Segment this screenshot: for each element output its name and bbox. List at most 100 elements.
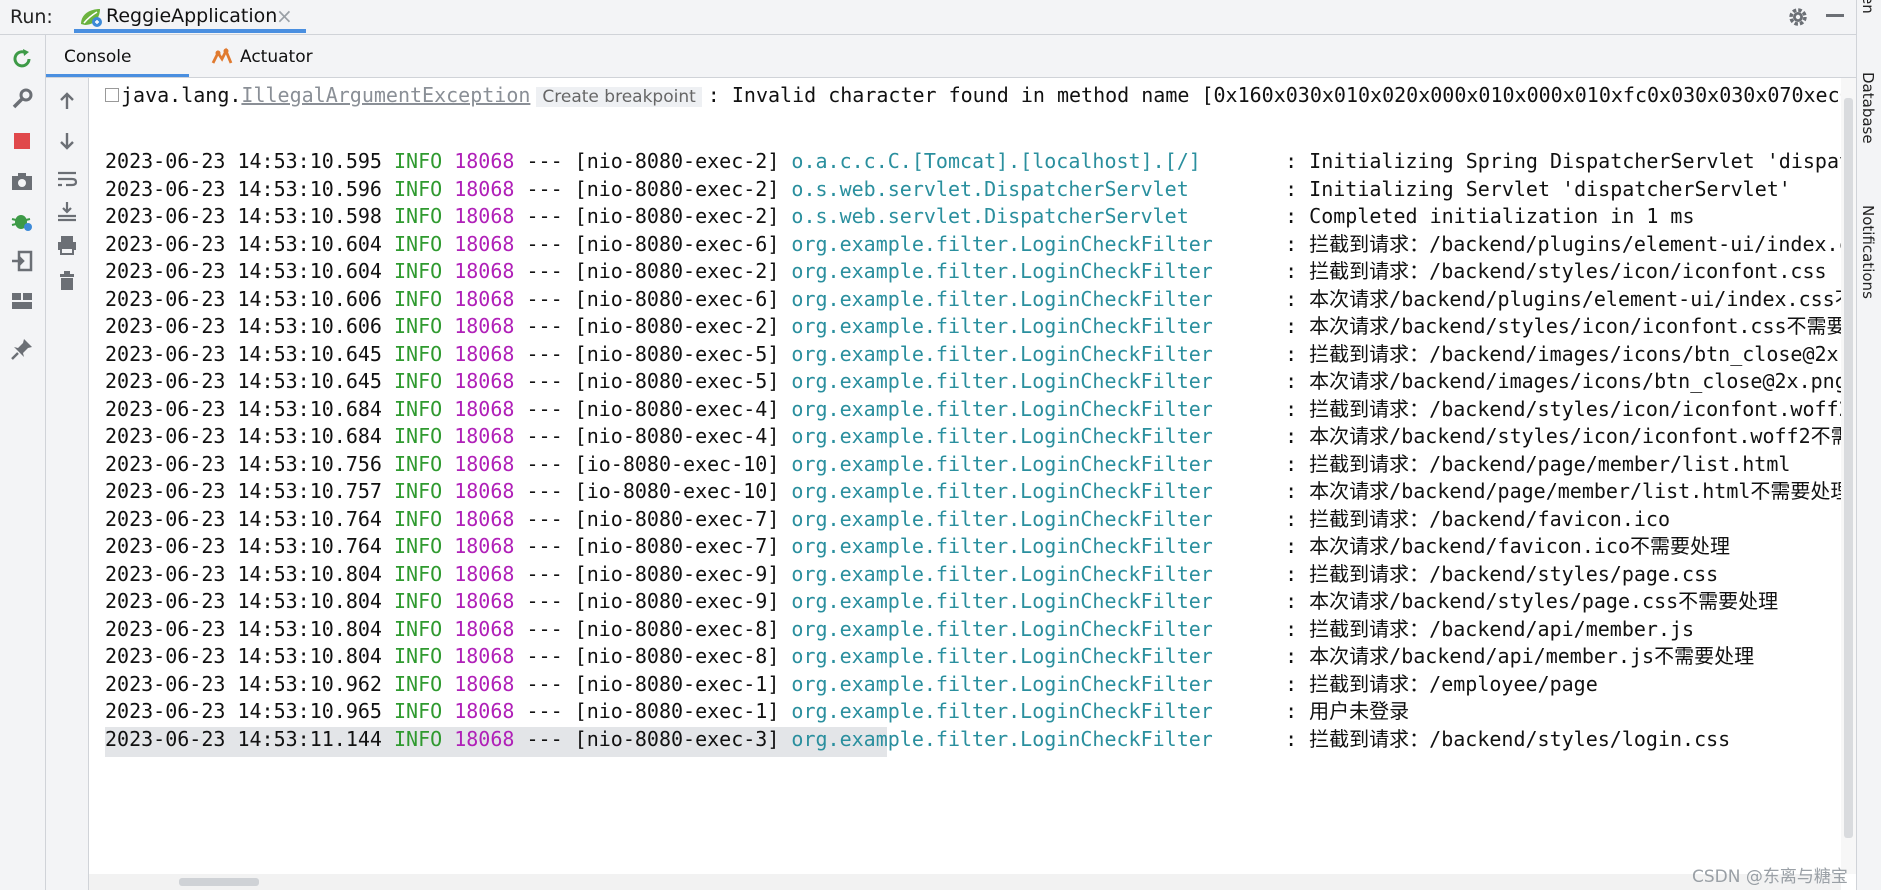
pin-icon[interactable]: [8, 335, 36, 363]
log-thread: [nio-8080-exec-9]: [574, 561, 780, 586]
scroll-to-end-icon[interactable]: [54, 198, 80, 224]
log-logger[interactable]: org.example.filter.LoginCheckFilter: [791, 287, 1273, 311]
log-level: INFO: [394, 699, 443, 723]
log-separator: ---: [526, 204, 563, 228]
arrow-up-icon[interactable]: [54, 88, 80, 114]
log-logger[interactable]: org.example.filter.LoginCheckFilter: [791, 479, 1273, 503]
log-logger[interactable]: org.example.filter.LoginCheckFilter: [791, 232, 1273, 256]
soft-wrap-icon[interactable]: [54, 166, 80, 192]
log-logger[interactable]: org.example.filter.LoginCheckFilter: [791, 259, 1273, 283]
log-logger[interactable]: org.example.filter.LoginCheckFilter: [791, 369, 1273, 393]
log-date: 2023-06-23 14:53:11.144: [105, 726, 382, 751]
log-level: INFO: [394, 369, 443, 393]
log-logger[interactable]: org.example.filter.LoginCheckFilter: [791, 617, 1273, 641]
log-separator: ---: [526, 369, 563, 393]
log-separator: ---: [526, 671, 563, 696]
log-level: INFO: [394, 149, 443, 173]
log-line: 2023-06-23 14:53:11.144 INFO 18068 --- […: [105, 723, 1730, 756]
console-output[interactable]: java.lang.IllegalArgumentException Create…: [89, 78, 1841, 874]
log-thread: [nio-8080-exec-1]: [574, 671, 780, 696]
log-level: INFO: [394, 616, 443, 641]
rerun-icon[interactable]: [8, 45, 36, 73]
log-message: : 本次请求/backend/images/icons/btn_close@2x…: [1285, 369, 1841, 393]
log-separator: ---: [526, 644, 563, 668]
log-logger[interactable]: org.example.filter.LoginCheckFilter: [791, 699, 1273, 723]
log-logger[interactable]: o.s.web.servlet.DispatcherServlet: [791, 177, 1273, 201]
spring-boot-icon: [81, 9, 102, 27]
log-separator: ---: [526, 176, 563, 201]
log-message: : 本次请求/backend/styles/page.css不需要处理: [1285, 589, 1779, 613]
log-logger[interactable]: o.a.c.c.C.[Tomcat].[localhost].[/]: [791, 149, 1273, 173]
log-pid: 18068: [454, 561, 515, 586]
camera-icon[interactable]: [8, 167, 36, 195]
fold-icon[interactable]: [105, 87, 119, 102]
maven-tool-button[interactable]: Maven: [1859, 0, 1877, 14]
log-separator: ---: [526, 534, 563, 558]
log-pid: 18068: [454, 176, 515, 201]
log-thread: [nio-8080-exec-8]: [574, 644, 780, 668]
run-tab-reggie-application[interactable]: ReggieApplication ×: [74, 0, 306, 33]
log-separator: ---: [526, 506, 563, 531]
login-icon[interactable]: [8, 247, 36, 275]
vertical-scrollbar-thumb[interactable]: [1844, 98, 1853, 838]
horizontal-scrollbar-thumb[interactable]: [179, 878, 259, 886]
tab-actuator-label: Actuator: [240, 47, 313, 67]
log-logger[interactable]: org.example.filter.LoginCheckFilter: [791, 452, 1273, 476]
wrench-icon[interactable]: [8, 85, 36, 113]
tab-console[interactable]: Console: [46, 35, 189, 77]
debug-bug-icon[interactable]: [8, 207, 36, 235]
log-logger[interactable]: org.example.filter.LoginCheckFilter: [791, 397, 1273, 421]
create-breakpoint-hint[interactable]: Create breakpoint: [536, 87, 702, 107]
trash-icon[interactable]: [54, 268, 80, 294]
exception-prefix: java.lang.: [121, 83, 242, 107]
minimize-icon[interactable]: [1826, 14, 1844, 17]
log-message: : 拦截到请求：/backend/favicon.ico: [1285, 506, 1670, 531]
log-message: : Initializing Spring DispatcherServlet …: [1285, 149, 1841, 173]
log-logger[interactable]: org.example.filter.LoginCheckFilter: [791, 314, 1273, 338]
horizontal-scrollbar[interactable]: [89, 874, 1841, 890]
stop-icon[interactable]: [8, 127, 36, 155]
close-icon[interactable]: ×: [276, 4, 293, 28]
log-logger[interactable]: org.example.filter.LoginCheckFilter: [791, 672, 1273, 696]
run-tool-strip: [0, 35, 46, 890]
log-logger[interactable]: o.s.web.servlet.DispatcherServlet: [791, 204, 1273, 228]
log-message: : 本次请求/backend/favicon.ico不需要处理: [1285, 534, 1730, 558]
arrow-down-icon[interactable]: [54, 128, 80, 154]
log-logger[interactable]: org.example.filter.LoginCheckFilter: [791, 589, 1273, 613]
log-pid: 18068: [454, 286, 515, 311]
log-logger[interactable]: org.example.filter.LoginCheckFilter: [791, 507, 1273, 531]
log-logger[interactable]: org.example.filter.LoginCheckFilter: [791, 644, 1273, 668]
log-pid: 18068: [454, 534, 515, 558]
vertical-scrollbar[interactable]: [1841, 78, 1856, 874]
log-pid: 18068: [454, 424, 515, 448]
log-thread: [nio-8080-exec-2]: [574, 149, 780, 173]
log-level: INFO: [394, 644, 443, 668]
log-logger[interactable]: org.example.filter.LoginCheckFilter: [791, 562, 1273, 586]
log-logger[interactable]: org.example.filter.LoginCheckFilter: [791, 342, 1273, 366]
log-logger[interactable]: org.example.filter.LoginCheckFilter: [791, 534, 1273, 558]
log-level: INFO: [394, 176, 443, 201]
database-tool-button[interactable]: Database: [1859, 72, 1877, 144]
log-separator: ---: [526, 149, 563, 173]
log-pid: 18068: [454, 699, 515, 723]
layout-icon[interactable]: [8, 287, 36, 315]
notifications-tool-button[interactable]: Notifications: [1859, 205, 1877, 299]
log-date: 2023-06-23 14:53:10.804: [105, 616, 382, 641]
log-date: 2023-06-23 14:53:10.764: [105, 506, 382, 531]
log-thread: [nio-8080-exec-9]: [574, 589, 780, 613]
exception-class-link[interactable]: IllegalArgumentException: [241, 83, 530, 107]
log-date: 2023-06-23 14:53:10.684: [105, 424, 382, 448]
log-separator: ---: [526, 699, 563, 723]
gear-icon[interactable]: [1786, 5, 1810, 29]
tab-actuator[interactable]: Actuator: [210, 35, 350, 77]
log-pid: 18068: [454, 616, 515, 641]
console-tab-bar: Console Actuator: [46, 35, 1856, 78]
log-separator: ---: [526, 314, 563, 338]
log-logger[interactable]: org.example.filter.LoginCheckFilter: [791, 727, 1273, 751]
log-logger[interactable]: org.example.filter.LoginCheckFilter: [791, 424, 1273, 448]
print-icon[interactable]: [54, 232, 80, 258]
log-level: INFO: [394, 286, 443, 311]
log-pid: 18068: [454, 506, 515, 531]
log-date: 2023-06-23 14:53:10.598: [105, 204, 382, 228]
watermark: CSDN @东离与糖宝: [1692, 867, 1848, 887]
